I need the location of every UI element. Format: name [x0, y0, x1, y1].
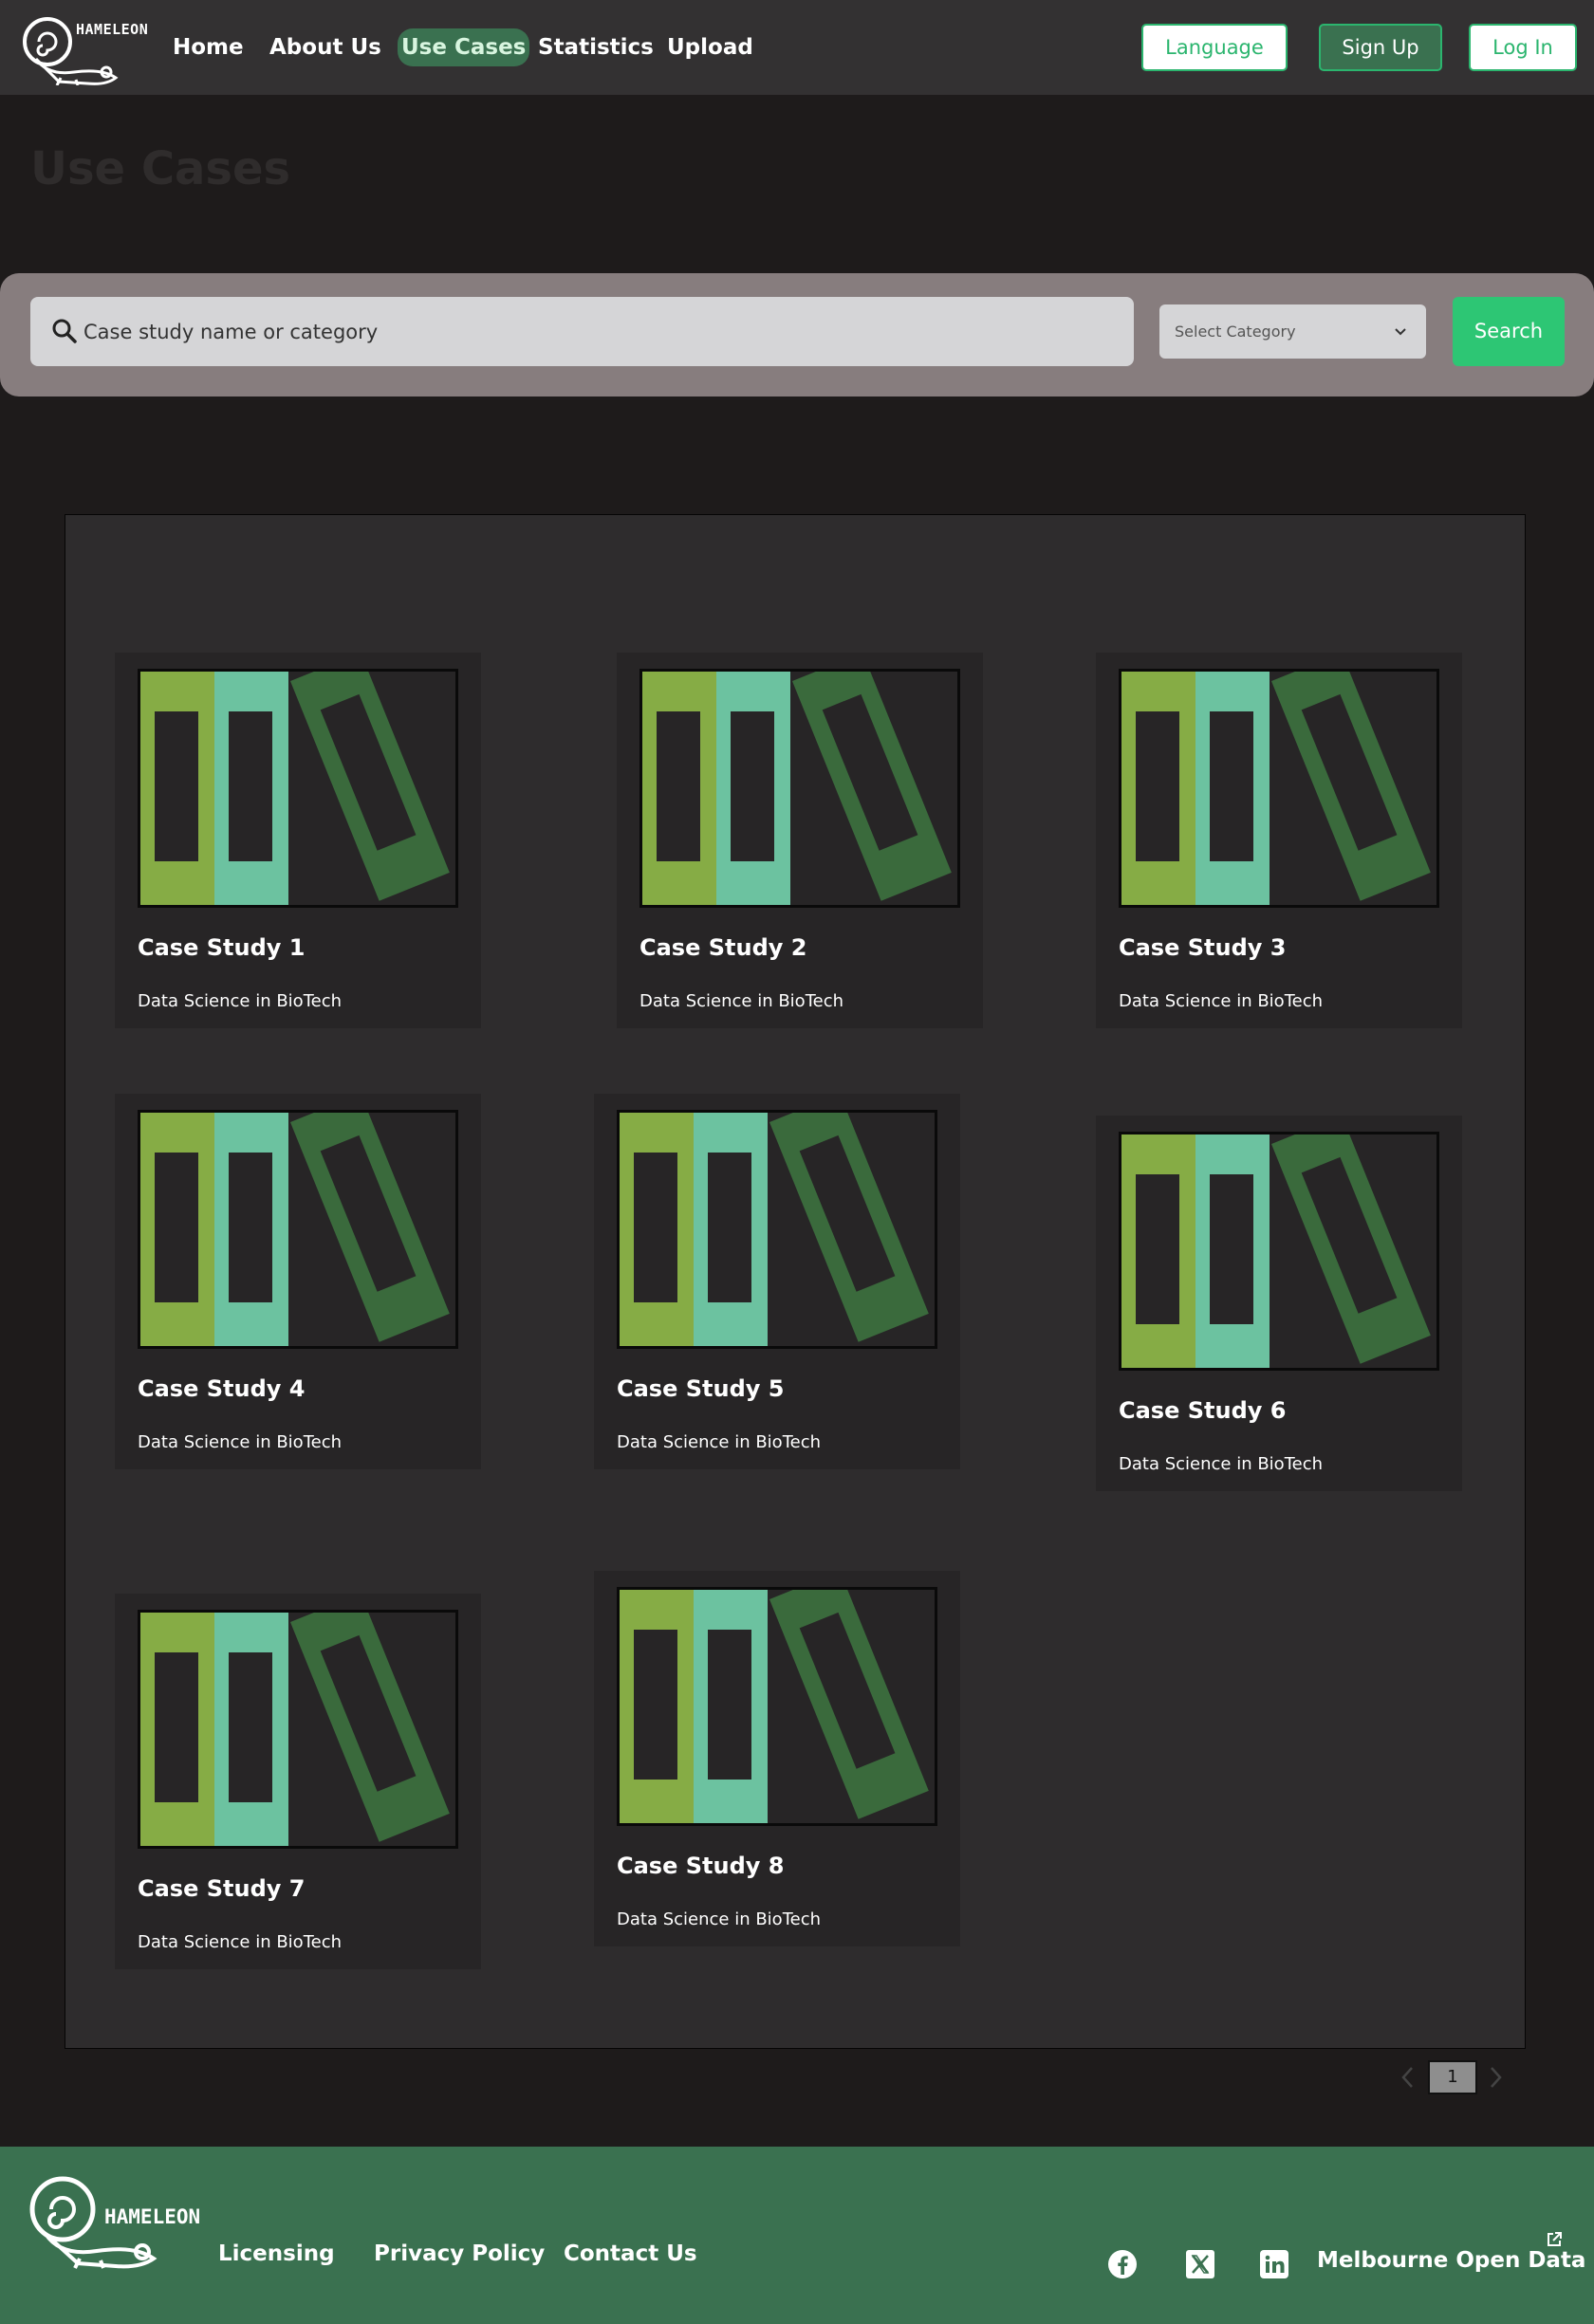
case-study-title: Case Study 7 — [138, 1875, 306, 1902]
chevron-down-icon — [1395, 328, 1406, 336]
binder-thumbnail — [1119, 669, 1439, 908]
pagination-current-page[interactable]: 1 — [1428, 2060, 1477, 2094]
case-study-title: Case Study 1 — [138, 934, 306, 961]
binders-illustration — [140, 1113, 450, 1346]
binders-illustration — [642, 672, 952, 905]
search-box[interactable] — [30, 297, 1134, 366]
page-title: Use Cases — [30, 142, 291, 195]
binders-illustration — [140, 672, 450, 905]
binder-thumbnail — [1119, 1132, 1439, 1371]
privacy-policy-link[interactable]: Privacy Policy — [374, 2241, 545, 2266]
case-study-grid: Case Study 1 Data Science in BioTech Cas… — [65, 514, 1526, 2049]
nav-about-us[interactable]: About Us — [269, 28, 381, 66]
case-study-title: Case Study 2 — [639, 934, 807, 961]
search-panel: Select Category Search — [0, 273, 1594, 397]
melbourne-open-data-link[interactable]: Melbourne Open Data — [1317, 2248, 1585, 2273]
case-study-card[interactable]: Case Study 8 Data Science in BioTech — [594, 1571, 960, 1946]
binders-illustration — [1121, 672, 1431, 905]
case-study-card[interactable]: Case Study 2 Data Science in BioTech — [617, 653, 983, 1028]
x-twitter-icon[interactable] — [1184, 2248, 1216, 2280]
case-study-card[interactable]: Case Study 1 Data Science in BioTech — [115, 653, 481, 1028]
footer-logo-text: HAMELEON — [104, 2205, 201, 2228]
case-study-category: Data Science in BioTech — [138, 1432, 343, 1452]
external-link-icon[interactable] — [1545, 2230, 1564, 2249]
binders-illustration — [620, 1113, 929, 1346]
binders-illustration — [620, 1590, 929, 1823]
logo-text: HAMELEON — [76, 21, 149, 38]
category-select-label: Select Category — [1175, 323, 1296, 341]
sign-up-button[interactable]: Sign Up — [1319, 24, 1442, 71]
case-study-card[interactable]: Case Study 6 Data Science in BioTech — [1096, 1116, 1462, 1491]
binders-illustration — [1121, 1134, 1431, 1368]
case-study-card[interactable]: Case Study 7 Data Science in BioTech — [115, 1594, 481, 1969]
nav-use-cases[interactable]: Use Cases — [398, 28, 530, 66]
case-study-card[interactable]: Case Study 3 Data Science in BioTech — [1096, 653, 1462, 1028]
footer-logo[interactable]: HAMELEON — [25, 2166, 200, 2270]
case-study-category: Data Science in BioTech — [639, 991, 844, 1011]
binder-thumbnail — [138, 669, 458, 908]
binder-thumbnail — [639, 669, 960, 908]
chameleon-logo[interactable]: HAMELEON — [19, 9, 149, 86]
linkedin-icon[interactable] — [1258, 2248, 1290, 2280]
licensing-link[interactable]: Licensing — [218, 2241, 335, 2266]
nav-home[interactable]: Home — [173, 28, 244, 66]
binders-illustration — [140, 1613, 450, 1846]
chevron-right-icon[interactable] — [1484, 2063, 1507, 2092]
case-study-card[interactable]: Case Study 4 Data Science in BioTech — [115, 1094, 481, 1469]
case-study-card[interactable]: Case Study 5 Data Science in BioTech — [594, 1094, 960, 1469]
case-study-category: Data Science in BioTech — [138, 1932, 343, 1952]
case-study-title: Case Study 8 — [617, 1853, 785, 1879]
search-icon — [52, 319, 77, 343]
case-study-title: Case Study 4 — [138, 1375, 306, 1402]
case-study-category: Data Science in BioTech — [138, 991, 343, 1011]
log-in-button[interactable]: Log In — [1469, 24, 1577, 71]
category-select[interactable]: Select Category — [1159, 304, 1426, 359]
case-study-category: Data Science in BioTech — [617, 1909, 822, 1929]
language-button[interactable]: Language — [1141, 24, 1288, 71]
search-button[interactable]: Search — [1453, 297, 1565, 366]
binder-thumbnail — [617, 1587, 937, 1826]
binder-thumbnail — [138, 1110, 458, 1349]
top-navbar: HAMELEON Home About Us Use Cases Statist… — [0, 0, 1594, 95]
binder-thumbnail — [617, 1110, 937, 1349]
case-study-title: Case Study 5 — [617, 1375, 785, 1402]
case-study-category: Data Science in BioTech — [1119, 991, 1324, 1011]
footer: HAMELEON Licensing Privacy Policy Contac… — [0, 2147, 1594, 2324]
case-study-title: Case Study 3 — [1119, 934, 1287, 961]
case-study-category: Data Science in BioTech — [617, 1432, 822, 1452]
case-study-category: Data Science in BioTech — [1119, 1454, 1324, 1474]
search-input[interactable] — [83, 297, 1118, 366]
chevron-left-icon[interactable] — [1397, 2063, 1419, 2092]
contact-us-link[interactable]: Contact Us — [564, 2241, 697, 2266]
nav-upload[interactable]: Upload — [667, 28, 753, 66]
nav-statistics[interactable]: Statistics — [538, 28, 654, 66]
binder-thumbnail — [138, 1610, 458, 1849]
case-study-title: Case Study 6 — [1119, 1397, 1287, 1424]
facebook-icon[interactable] — [1106, 2248, 1139, 2280]
